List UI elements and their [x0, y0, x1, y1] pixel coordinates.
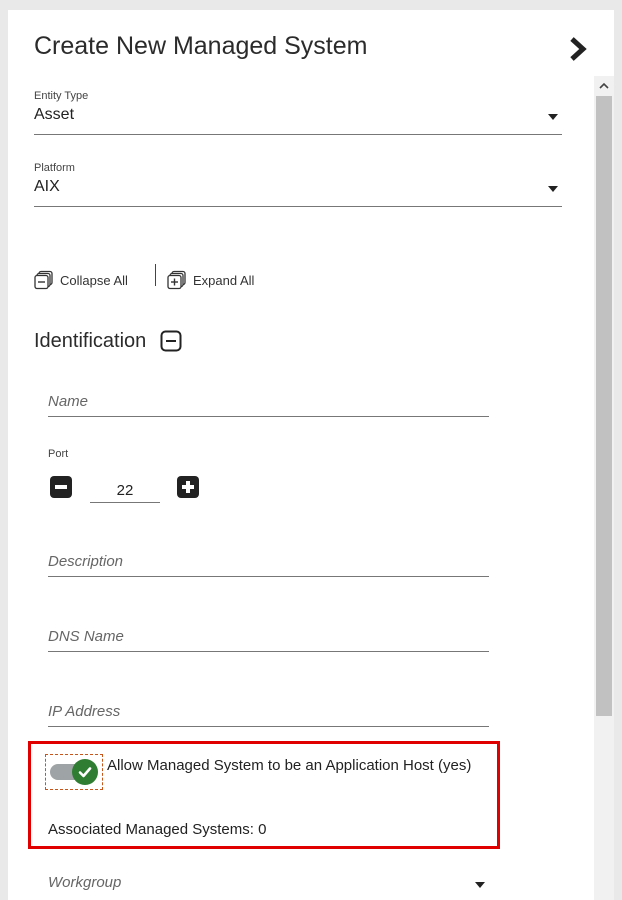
scrollbar[interactable]	[594, 76, 614, 900]
check-icon	[78, 767, 92, 778]
ip-address-input[interactable]	[48, 700, 489, 727]
platform-select[interactable]: Platform AIX	[34, 162, 562, 207]
caret-down-icon	[548, 114, 558, 120]
entity-type-value: Asset	[34, 106, 75, 123]
description-input[interactable]	[48, 550, 489, 577]
platform-label: Platform	[34, 162, 75, 174]
application-host-highlight: Allow Managed System to be an Applicatio…	[28, 741, 500, 849]
panel-toggle-button[interactable]	[562, 34, 592, 64]
collapse-all-label: Collapse All	[60, 272, 128, 288]
workgroup-placeholder: Workgroup	[48, 874, 122, 891]
create-managed-system-panel: Create New Managed System Entity Type As…	[8, 10, 614, 900]
port-input[interactable]	[90, 478, 160, 503]
caret-down-icon	[548, 186, 558, 192]
chevron-up-icon	[599, 82, 609, 89]
divider	[155, 264, 156, 286]
dns-name-input[interactable]	[48, 625, 489, 652]
chevron-right-icon	[570, 37, 587, 61]
collapse-expand-controls: Collapse All Expand All	[34, 264, 354, 290]
workgroup-select[interactable]: Workgroup	[48, 874, 489, 900]
identification-collapse-button[interactable]	[160, 330, 182, 352]
scrollbar-thumb[interactable]	[596, 96, 612, 716]
associated-managed-systems: Associated Managed Systems: 0	[48, 821, 267, 838]
expand-all-icon	[167, 270, 186, 290]
minus-box-icon	[160, 330, 182, 352]
expand-all-button[interactable]: Expand All	[167, 270, 254, 290]
plus-icon	[177, 476, 199, 498]
minus-icon	[50, 476, 72, 498]
port-increment-button[interactable]	[177, 476, 199, 498]
name-input[interactable]	[48, 390, 489, 417]
port-decrement-button[interactable]	[50, 476, 72, 498]
entity-type-label: Entity Type	[34, 90, 89, 102]
toggle-knob	[72, 759, 98, 785]
platform-value: AIX	[34, 178, 60, 195]
application-host-label: Allow Managed System to be an Applicatio…	[107, 757, 472, 774]
page-title: Create New Managed System	[34, 32, 368, 60]
caret-down-icon	[475, 882, 485, 888]
scroll-up-button[interactable]	[594, 78, 614, 94]
expand-all-label: Expand All	[193, 272, 255, 288]
port-label: Port	[48, 448, 69, 460]
identification-title: Identification	[34, 329, 147, 352]
collapse-all-icon	[34, 270, 53, 290]
entity-type-select[interactable]: Entity Type Asset	[34, 90, 562, 135]
application-host-toggle[interactable]	[45, 754, 103, 790]
collapse-all-button[interactable]: Collapse All	[34, 270, 128, 290]
identification-section-header: Identification	[34, 326, 182, 356]
